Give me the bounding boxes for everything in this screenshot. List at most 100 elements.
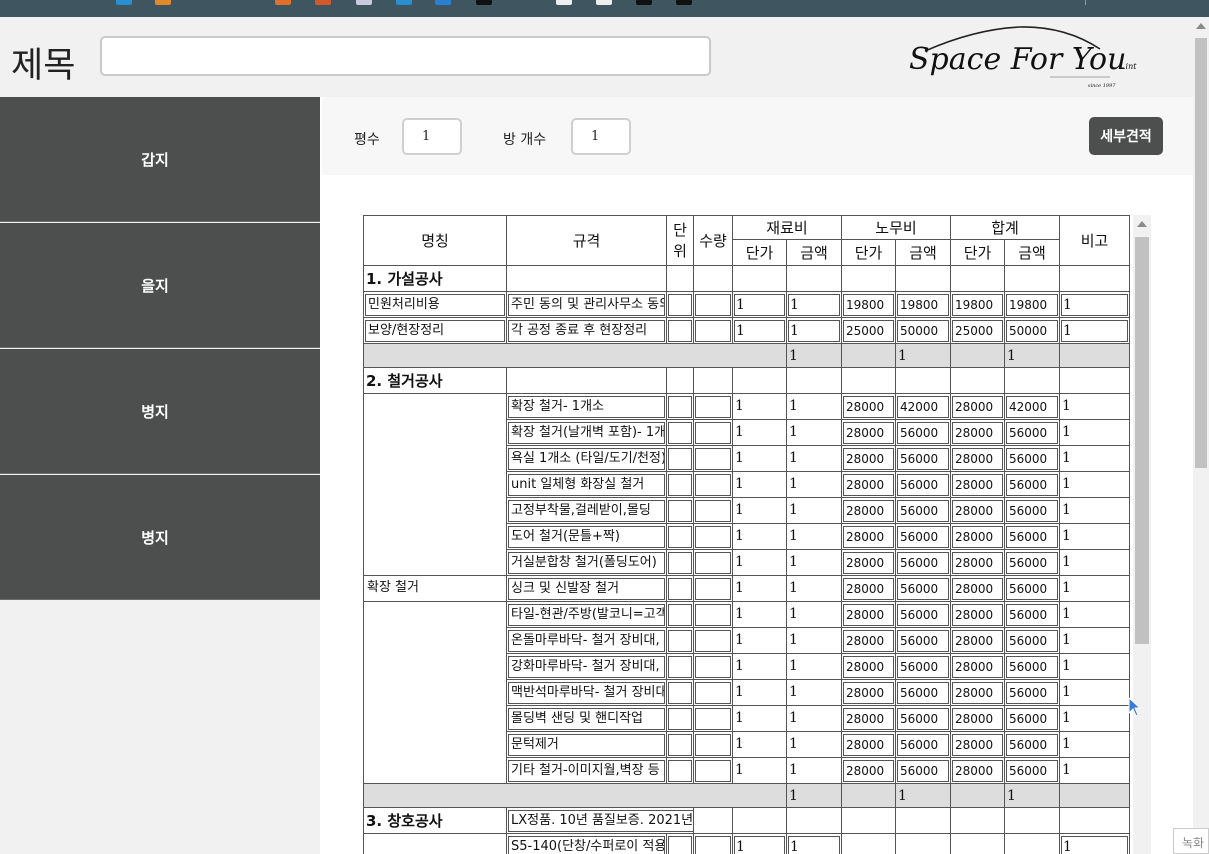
total-price-field[interactable]: 28000 [952, 395, 1003, 418]
sidebar-item-gapji[interactable]: 갑지 [0, 97, 320, 222]
spec-field[interactable]: 몰딩벽 샌딩 및 핸디작업 [508, 707, 665, 730]
material-amount-field[interactable]: 1 [788, 577, 840, 600]
labor-amount-field[interactable]: 56000 [897, 525, 949, 548]
total-price-field[interactable]: 28000 [952, 759, 1003, 782]
total-amount-field[interactable]: 56000 [1006, 421, 1059, 444]
qty-field[interactable] [695, 603, 731, 626]
total-price-field[interactable]: 28000 [952, 603, 1003, 626]
material-price-field[interactable]: 1 [734, 759, 785, 782]
unit-field[interactable] [668, 629, 692, 652]
qty-field[interactable] [695, 681, 731, 704]
total-price-field[interactable]: 28000 [952, 499, 1003, 522]
total-price-field[interactable]: 28000 [952, 707, 1003, 730]
material-price-field[interactable]: 1 [734, 655, 785, 678]
labor-price-field[interactable]: 28000 [843, 759, 894, 782]
note-field[interactable]: 1 [1061, 551, 1129, 574]
spec-field[interactable]: 온돌마루바닥- 철거 장비대, [508, 629, 665, 652]
sidebar-item-byeongji[interactable]: 병지 [0, 349, 320, 474]
total-amount-field[interactable]: 19800 [1006, 293, 1059, 316]
spec-field[interactable]: 타일-현관/주방(발코니=고객) [508, 603, 665, 626]
labor-amount-field[interactable]: 56000 [897, 447, 949, 470]
qty-field[interactable] [695, 499, 731, 522]
material-amount-field[interactable]: 1 [788, 707, 840, 730]
unit-field[interactable] [668, 681, 692, 704]
material-amount-field[interactable]: 1 [788, 319, 840, 342]
unit-field[interactable] [668, 319, 692, 342]
unit-field[interactable] [668, 759, 692, 782]
total-amount-field[interactable]: 56000 [1006, 629, 1059, 652]
qty-field[interactable] [695, 551, 731, 574]
qty-field[interactable] [695, 759, 731, 782]
name-field[interactable]: 보양/현장정리 [365, 319, 505, 342]
material-price-field[interactable]: 1 [734, 577, 785, 600]
scrollbar-thumb[interactable] [1195, 38, 1207, 468]
spec-field[interactable]: 주민 동의 및 관리사무소 동의 [508, 293, 665, 316]
labor-price-field[interactable]: 28000 [843, 603, 894, 626]
total-amount-field[interactable]: 56000 [1006, 733, 1059, 756]
unit-field[interactable] [668, 733, 692, 756]
total-price-field[interactable]: 28000 [952, 525, 1003, 548]
qty-field[interactable] [695, 319, 731, 342]
bookmark-icon[interactable] [116, 0, 132, 5]
labor-amount-field[interactable]: 56000 [897, 655, 949, 678]
qty-field[interactable] [695, 577, 731, 600]
labor-price-field[interactable]: 28000 [843, 733, 894, 756]
title-input[interactable] [100, 36, 711, 76]
material-price-field[interactable]: 1 [734, 733, 785, 756]
qty-field[interactable] [695, 447, 731, 470]
total-price-field[interactable]: 28000 [952, 447, 1003, 470]
total-price-field[interactable]: 19800 [952, 293, 1003, 316]
total-amount-field[interactable]: 56000 [1006, 655, 1059, 678]
material-price-field[interactable]: 1 [734, 473, 785, 496]
page-scrollbar[interactable] [1193, 17, 1209, 854]
labor-amount-field[interactable]: 19800 [897, 293, 949, 316]
unit-field[interactable] [668, 835, 692, 854]
unit-field[interactable] [668, 577, 692, 600]
total-amount-field[interactable]: 56000 [1006, 707, 1059, 730]
qty-field[interactable] [695, 655, 731, 678]
note-field[interactable]: 1 [1061, 473, 1129, 496]
labor-amount-field[interactable]: 42000 [897, 395, 949, 418]
note-field[interactable]: 1 [1061, 499, 1129, 522]
scroll-up-icon[interactable] [1137, 221, 1147, 227]
qty-field[interactable] [695, 473, 731, 496]
material-amount-field[interactable]: 1 [788, 447, 840, 470]
note-field[interactable]: 1 [1061, 603, 1129, 626]
material-price-field[interactable]: 1 [734, 499, 785, 522]
labor-price-field[interactable]: 19800 [843, 293, 894, 316]
bookmark-icon[interactable] [676, 0, 692, 5]
note-field[interactable]: 1 [1061, 707, 1129, 730]
bookmark-icon[interactable] [435, 0, 451, 5]
material-price-field[interactable]: 1 [734, 447, 785, 470]
total-amount-field[interactable]: 56000 [1006, 447, 1059, 470]
note-field[interactable]: 1 [1061, 835, 1129, 854]
note-field[interactable]: 1 [1061, 421, 1129, 444]
note-field[interactable]: 1 [1061, 293, 1129, 316]
unit-field[interactable] [668, 551, 692, 574]
labor-price-field[interactable]: 28000 [843, 681, 894, 704]
spec-field[interactable]: 확장 철거- 1개소 [508, 395, 665, 418]
labor-price-field[interactable]: 28000 [843, 629, 894, 652]
labor-price-field[interactable]: 25000 [843, 319, 894, 342]
labor-amount-field[interactable]: 56000 [897, 421, 949, 444]
qty-field[interactable] [695, 293, 731, 316]
note-field[interactable]: 1 [1061, 447, 1129, 470]
qty-field[interactable] [695, 421, 731, 444]
bookmark-icon[interactable] [155, 0, 171, 5]
note-field[interactable]: 1 [1061, 629, 1129, 652]
bookmark-icon[interactable] [356, 0, 372, 5]
qty-field[interactable] [695, 835, 731, 854]
spec-field[interactable]: S5-140(단창/수퍼로이 적용) [508, 835, 665, 854]
labor-amount-field[interactable]: 56000 [897, 681, 949, 704]
sidebar-item-eulji[interactable]: 을지 [0, 223, 320, 348]
note-field[interactable]: 1 [1061, 577, 1129, 600]
material-amount-field[interactable]: 1 [788, 629, 840, 652]
bookmark-icon[interactable] [396, 0, 412, 5]
total-price-field[interactable]: 28000 [952, 681, 1003, 704]
bookmark-icon[interactable] [476, 0, 492, 5]
material-amount-field[interactable]: 1 [788, 499, 840, 522]
material-price-field[interactable]: 1 [734, 319, 785, 342]
total-price-field[interactable]: 28000 [952, 733, 1003, 756]
scrollbar-thumb[interactable] [1135, 237, 1149, 644]
material-price-field[interactable]: 1 [734, 629, 785, 652]
